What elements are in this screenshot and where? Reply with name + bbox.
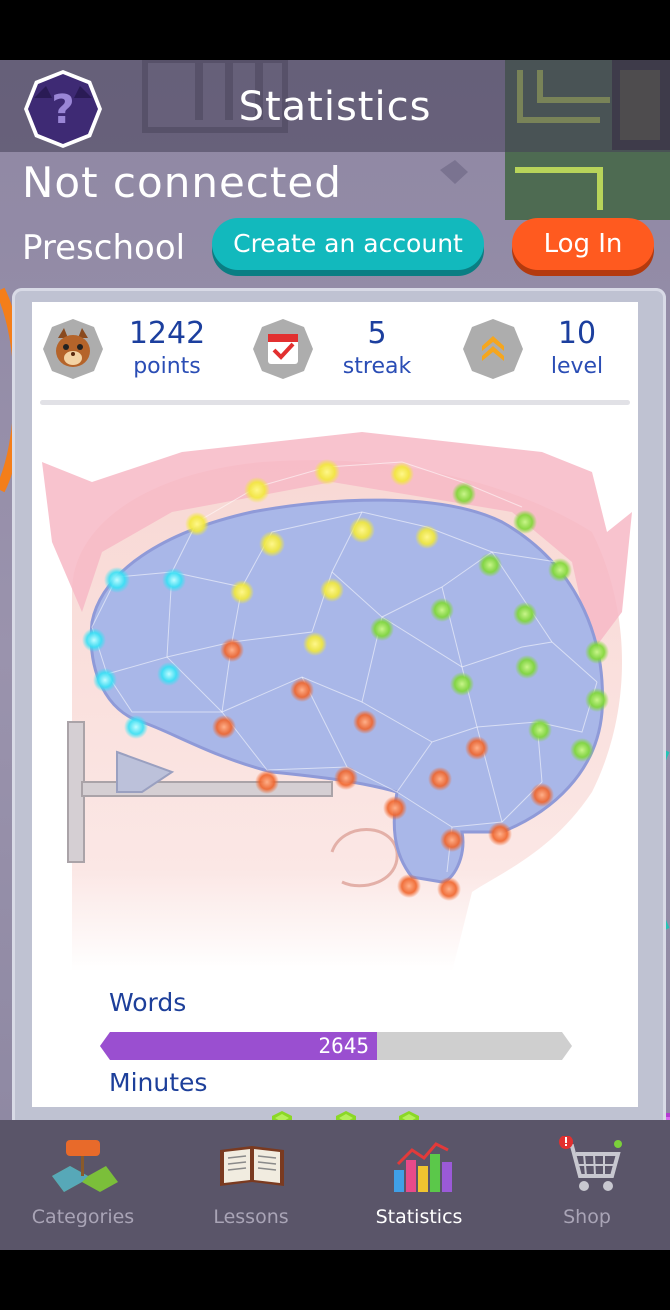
tab-shop[interactable]: Shop — [512, 1120, 662, 1250]
minutes-label: Minutes — [109, 1068, 208, 1097]
tab-categories[interactable]: Categories — [8, 1120, 158, 1250]
divider — [40, 400, 630, 405]
level-label: level — [550, 354, 604, 379]
app-area: ? Statistics Not connected Preschool Cre… — [0, 60, 670, 1250]
bottom-tab-bar: Categories Lessons Statistics Shop — [0, 1120, 670, 1250]
points-value: 1242 — [128, 316, 206, 351]
bar-chart-icon — [394, 1142, 452, 1192]
level-stat: 10 level — [462, 314, 638, 384]
tab-label: Shop — [563, 1206, 611, 1228]
streak-value: 5 — [367, 316, 387, 351]
streak-label: streak — [342, 354, 412, 379]
points-stat: 1242 points — [42, 314, 242, 384]
words-value: 2645 — [318, 1034, 369, 1058]
tab-label: Lessons — [213, 1206, 289, 1228]
words-progress-bar: 2645 — [100, 1032, 572, 1060]
level-value: 10 — [557, 316, 597, 351]
create-account-button[interactable]: Create an account — [212, 218, 484, 270]
brain-progress-illustration — [42, 432, 632, 972]
screen: ? Statistics Not connected Preschool Cre… — [0, 0, 670, 1310]
book-icon — [220, 1146, 284, 1186]
system-bottom-bar — [0, 1250, 670, 1310]
tab-label: Statistics — [375, 1206, 463, 1228]
map-icon — [52, 1140, 118, 1192]
login-button[interactable]: Log In — [512, 218, 654, 270]
streak-stat: 5 streak — [252, 314, 452, 384]
shopping-cart-icon — [559, 1136, 622, 1191]
svg-text:?: ? — [51, 87, 74, 133]
points-label: points — [133, 354, 201, 379]
tab-lessons[interactable]: Lessons — [176, 1120, 326, 1250]
tab-statistics[interactable]: Statistics — [344, 1120, 494, 1250]
squirrel-icon — [43, 319, 103, 379]
chevron-up-icon — [463, 319, 523, 379]
help-question-mark-icon[interactable]: ? — [22, 68, 104, 150]
connection-status: Not connected — [22, 158, 342, 207]
grade-level: Preschool — [22, 228, 186, 268]
page-title: Statistics — [238, 84, 432, 130]
tab-label: Categories — [31, 1206, 135, 1228]
stats-card: 1242 points 5 streak 10 level Words 2645… — [32, 302, 638, 1107]
calendar-check-icon — [253, 319, 313, 379]
words-label: Words — [109, 988, 187, 1017]
